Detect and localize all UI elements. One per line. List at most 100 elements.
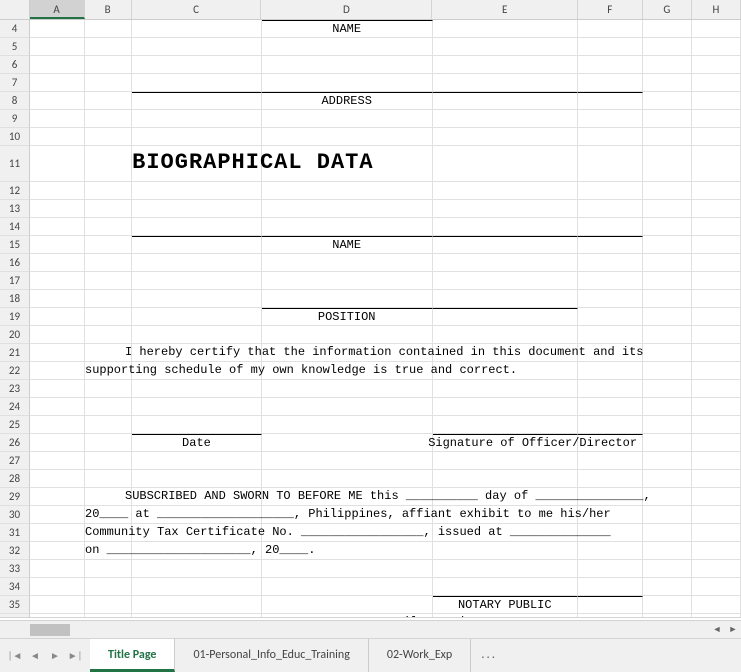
tab-personal-info[interactable]: 01-Personal_Info_Educ_Training	[175, 639, 368, 672]
cell[interactable]	[30, 434, 85, 452]
cell[interactable]	[643, 200, 692, 218]
cell[interactable]	[692, 74, 741, 92]
cell[interactable]	[692, 326, 741, 344]
cell[interactable]	[30, 110, 85, 128]
cell[interactable]	[30, 218, 85, 236]
cell[interactable]	[578, 542, 643, 560]
cell[interactable]	[30, 92, 85, 110]
tab-title-page[interactable]: Title Page	[90, 639, 175, 672]
cell[interactable]	[262, 380, 433, 398]
cell[interactable]	[262, 110, 433, 128]
cell[interactable]	[643, 398, 692, 416]
cell[interactable]	[262, 218, 433, 236]
cell[interactable]	[85, 614, 132, 618]
cell[interactable]	[132, 452, 262, 470]
cell[interactable]	[132, 416, 262, 434]
cell[interactable]	[132, 596, 262, 614]
cell[interactable]	[578, 74, 643, 92]
row-header[interactable]: 10	[0, 128, 30, 146]
cell[interactable]	[262, 56, 433, 74]
cell[interactable]	[433, 470, 578, 488]
row-header[interactable]: 15	[0, 236, 30, 254]
cell[interactable]	[132, 398, 262, 416]
cell[interactable]	[85, 578, 132, 596]
cell[interactable]: Signature of Officer/Director	[433, 434, 578, 452]
cell[interactable]	[30, 614, 85, 618]
cell[interactable]	[643, 146, 692, 182]
row-header[interactable]: 17	[0, 272, 30, 290]
row-header[interactable]: 27	[0, 452, 30, 470]
row-header[interactable]: 8	[0, 92, 30, 110]
cell[interactable]	[643, 236, 692, 254]
cell[interactable]	[433, 182, 578, 200]
cell[interactable]	[433, 236, 578, 254]
cell[interactable]	[132, 218, 262, 236]
cell[interactable]	[692, 434, 741, 452]
cell[interactable]	[433, 128, 578, 146]
cell[interactable]	[132, 470, 262, 488]
cell[interactable]	[433, 74, 578, 92]
cell[interactable]	[85, 200, 132, 218]
cell[interactable]	[578, 380, 643, 398]
cell[interactable]	[643, 380, 692, 398]
cell[interactable]	[132, 182, 262, 200]
cell[interactable]	[578, 146, 643, 182]
cell[interactable]	[85, 146, 132, 182]
cell[interactable]: on ____________________, 20____.	[85, 542, 132, 560]
cell-position-label[interactable]: POSITION	[262, 308, 433, 326]
cell[interactable]	[692, 128, 741, 146]
cell[interactable]	[578, 254, 643, 272]
cell[interactable]	[85, 110, 132, 128]
cell[interactable]	[578, 236, 643, 254]
cell[interactable]	[132, 254, 262, 272]
cell[interactable]	[643, 344, 692, 362]
cell[interactable]	[85, 128, 132, 146]
cell-name-label[interactable]: NAME	[262, 20, 433, 38]
tab-next-icon[interactable]: ►	[46, 646, 64, 666]
row-header[interactable]: 20	[0, 326, 30, 344]
cell[interactable]	[643, 506, 692, 524]
cell[interactable]	[433, 56, 578, 74]
cell[interactable]	[692, 236, 741, 254]
cell[interactable]	[85, 434, 132, 452]
cell[interactable]	[643, 326, 692, 344]
cell[interactable]	[262, 128, 433, 146]
cell[interactable]	[433, 416, 578, 434]
row-header[interactable]: 6	[0, 56, 30, 74]
cell[interactable]	[578, 56, 643, 74]
cell[interactable]	[643, 290, 692, 308]
cell-notary-label[interactable]: NOTARY PUBLIC	[433, 596, 578, 614]
cell[interactable]	[132, 614, 262, 618]
cell[interactable]	[692, 596, 741, 614]
cell[interactable]	[132, 74, 262, 92]
cell[interactable]	[692, 110, 741, 128]
cell[interactable]	[643, 470, 692, 488]
cell[interactable]	[30, 344, 85, 362]
row-header[interactable]: 5	[0, 38, 30, 56]
cell[interactable]	[85, 380, 132, 398]
horizontal-scrollbar[interactable]: ◄ ►	[0, 620, 741, 638]
cell[interactable]	[692, 380, 741, 398]
cell[interactable]	[692, 362, 741, 380]
cell[interactable]	[85, 74, 132, 92]
cell[interactable]	[578, 182, 643, 200]
cell[interactable]	[692, 524, 741, 542]
cell-name2-label[interactable]: NAME	[262, 236, 433, 254]
cell[interactable]	[643, 542, 692, 560]
cell[interactable]	[262, 290, 433, 308]
cell[interactable]	[433, 326, 578, 344]
cell[interactable]	[30, 542, 85, 560]
cell[interactable]	[30, 578, 85, 596]
scroll-track[interactable]	[30, 622, 693, 638]
cell[interactable]	[578, 362, 643, 380]
cell[interactable]	[30, 38, 85, 56]
cell[interactable]	[30, 560, 85, 578]
cell[interactable]	[643, 110, 692, 128]
cell[interactable]	[578, 614, 643, 618]
cell[interactable]	[578, 38, 643, 56]
cell[interactable]	[132, 56, 262, 74]
cell[interactable]	[132, 110, 262, 128]
cell[interactable]	[30, 506, 85, 524]
cell[interactable]	[692, 290, 741, 308]
cell[interactable]	[30, 308, 85, 326]
